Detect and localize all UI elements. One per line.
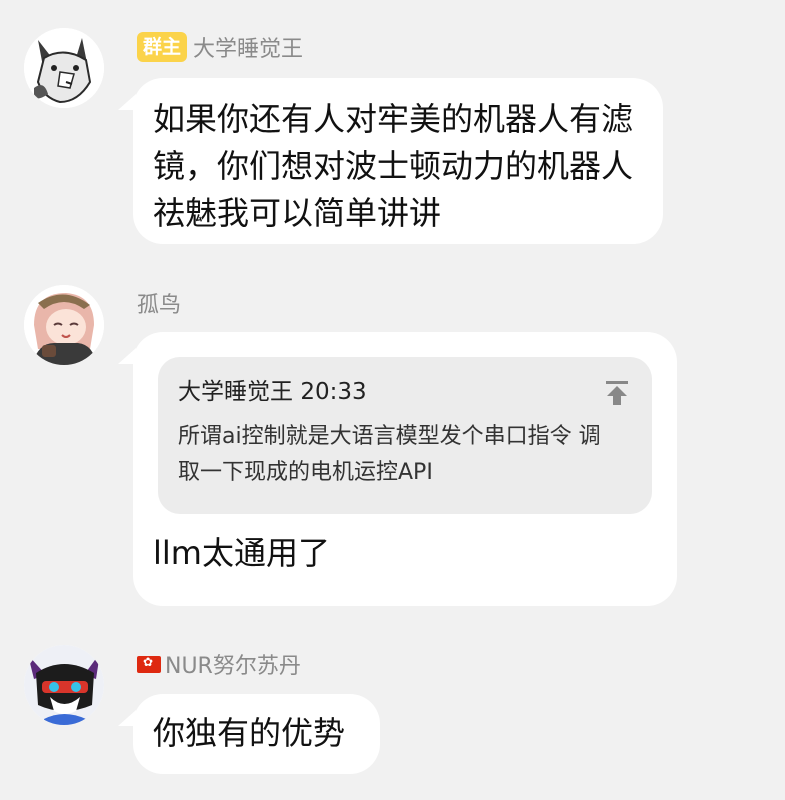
message-text: llm太通用了 (153, 534, 330, 572)
message-bubble[interactable]: 你独有的优势 (133, 694, 380, 774)
message-bubble[interactable]: 大学睡觉王 20:33 所谓ai控制就是大语言模型发个串口指令 调取一下现成的电… (133, 332, 677, 606)
hong-kong-flag-icon (137, 655, 161, 673)
sender-row: NUR努尔苏丹 (137, 648, 301, 680)
girl-avatar-image (24, 285, 104, 365)
message-bubble[interactable]: 如果你还有人对牢美的机器人有滤镜，你们想对波士顿动力的机器人祛魅我可以简单讲讲 (133, 78, 663, 244)
avatar-wolf[interactable] (24, 28, 104, 108)
pin-to-top-icon[interactable] (604, 379, 630, 407)
fox-avatar-image (24, 645, 104, 725)
avatar-fox[interactable] (24, 645, 104, 725)
sender-row: 孤鸟 (137, 287, 181, 319)
wolf-avatar-image (24, 28, 104, 108)
quote-header: 大学睡觉王 20:33 (178, 377, 632, 407)
sender-name[interactable]: NUR努尔苏丹 (165, 648, 301, 680)
message-text: 你独有的优势 (153, 714, 346, 752)
sender-name[interactable]: 大学睡觉王 (193, 31, 303, 63)
quote-text: 所谓ai控制就是大语言模型发个串口指令 调取一下现成的电机运控API (178, 424, 601, 485)
sender-name[interactable]: 孤鸟 (137, 287, 181, 319)
reply-quote[interactable]: 大学睡觉王 20:33 所谓ai控制就是大语言模型发个串口指令 调取一下现成的电… (158, 357, 652, 514)
sender-row: 群主 大学睡觉王 (137, 31, 303, 63)
message-text: 如果你还有人对牢美的机器人有滤镜，你们想对波士顿动力的机器人祛魅我可以简单讲讲 (153, 100, 634, 232)
quote-time: 20:33 (300, 379, 367, 405)
owner-badge: 群主 (137, 32, 188, 62)
quote-author: 大学睡觉王 (178, 379, 293, 405)
avatar-girl[interactable] (24, 285, 104, 365)
